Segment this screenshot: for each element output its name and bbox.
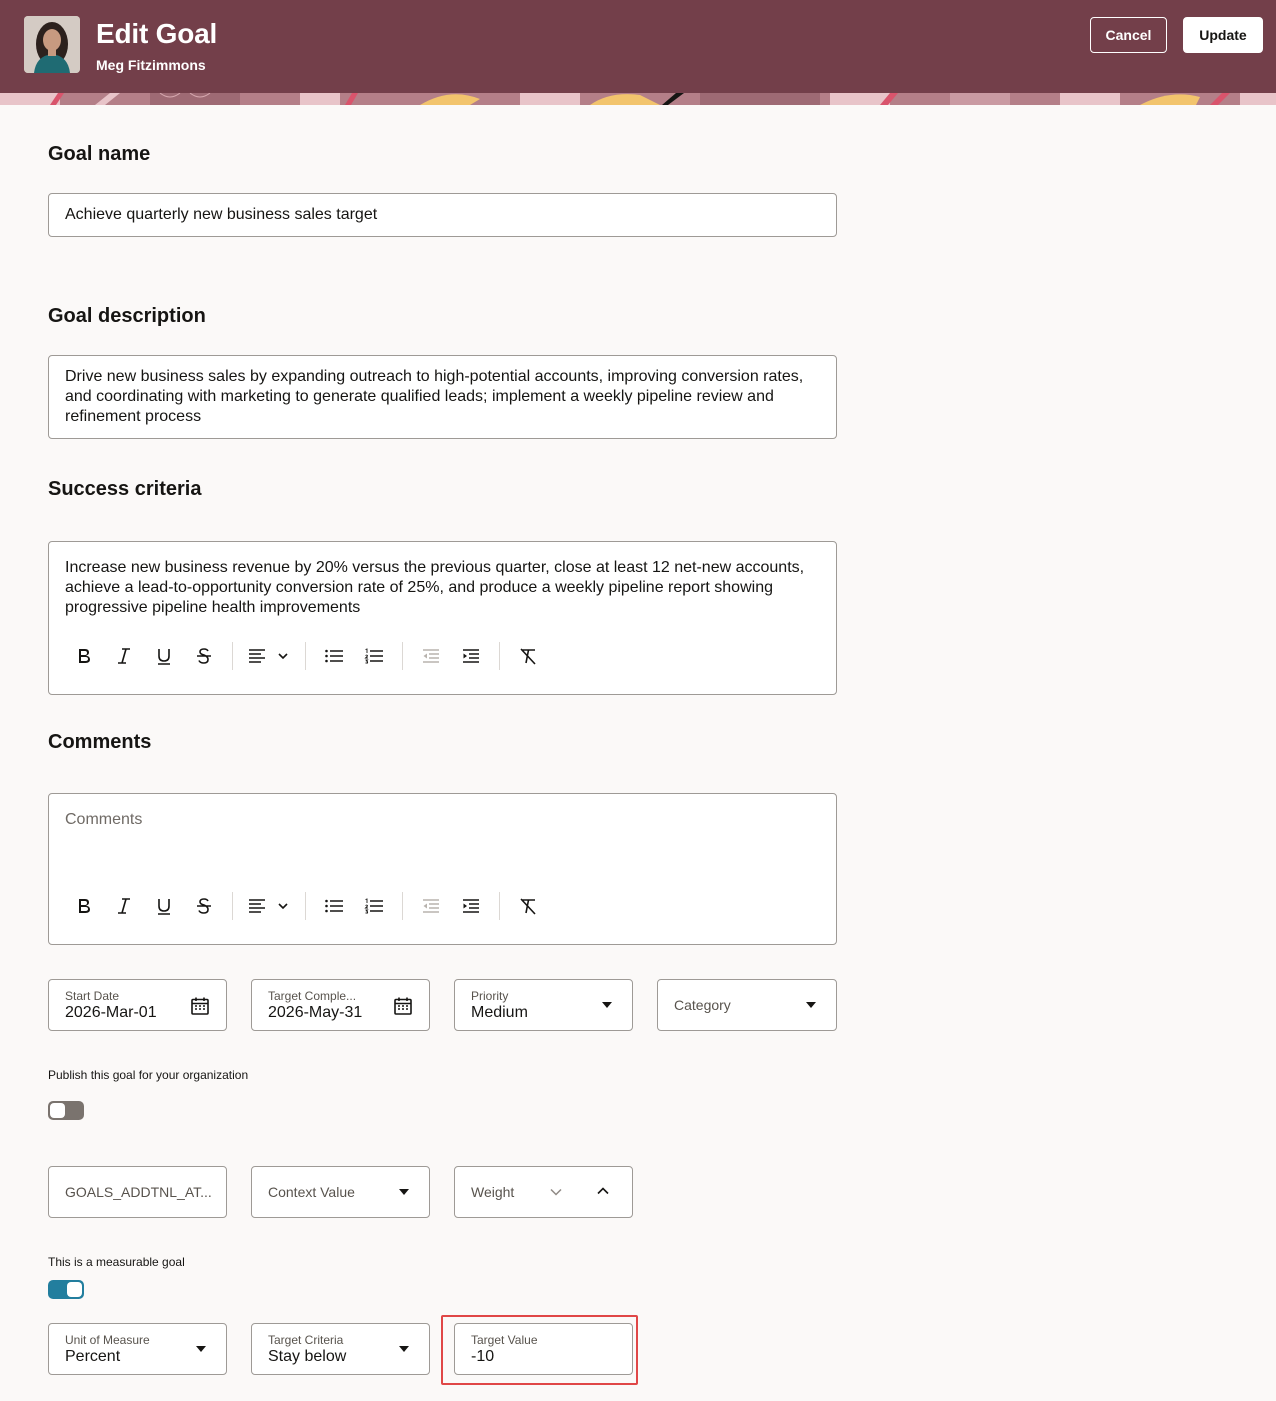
success-criteria-heading: Success criteria [48,478,202,500]
calendar-icon[interactable] [190,996,210,1016]
measurable-label: This is a measurable goal [48,1255,185,1269]
bold-icon[interactable] [64,641,104,671]
unit-of-measure-value[interactable]: Percent [65,1348,120,1366]
start-date-label: Start Date [65,989,120,1003]
align-dropdown[interactable] [241,891,297,921]
toolbar-divider [232,642,233,670]
chevron-down-icon[interactable] [549,1185,563,1204]
measurable-toggle[interactable] [48,1280,84,1299]
priority-value[interactable]: Medium [471,1004,528,1022]
target-value-highlight [441,1315,638,1385]
target-completion-date-field[interactable]: Target Comple... 2026-May-31 [251,979,430,1031]
success-criteria-toolbar [64,641,548,671]
additional-attribute-placeholder[interactable]: GOALS_ADDTNL_AT... [65,1184,212,1200]
goal-name-input[interactable]: Achieve quarterly new business sales tar… [48,193,837,237]
bold-icon[interactable] [64,891,104,921]
caret-down-icon[interactable] [399,1346,409,1352]
toggle-knob [50,1103,65,1118]
chevron-up-icon[interactable] [596,1184,610,1203]
toolbar-divider [499,642,500,670]
priority-label: Priority [471,989,509,1003]
goal-name-heading: Goal name [48,143,151,165]
target-criteria-label: Target Criteria [268,1333,344,1347]
underline-icon[interactable] [144,641,184,671]
user-name: Meg Fitzimmons [96,57,206,73]
target-criteria-value[interactable]: Stay below [268,1348,346,1366]
strikethrough-icon[interactable] [184,891,224,921]
start-date-value[interactable]: 2026-Mar-01 [65,1004,157,1022]
category-select[interactable]: Category [657,979,837,1031]
page-header: Edit Goal Meg Fitzimmons Cancel Update [0,0,1276,105]
user-avatar [24,16,80,73]
outdent-icon[interactable] [411,641,451,671]
outdent-icon[interactable] [411,891,451,921]
page-title: Edit Goal [96,18,218,49]
numbered-list-icon[interactable] [354,891,394,921]
goal-description-heading: Goal description [48,305,206,327]
clear-formatting-icon[interactable] [508,891,548,921]
comments-toolbar [64,891,548,921]
unit-of-measure-select[interactable]: Unit of Measure Percent [48,1323,227,1375]
align-dropdown[interactable] [241,641,297,671]
italic-icon[interactable] [104,891,144,921]
cancel-button[interactable]: Cancel [1090,17,1167,53]
comments-editor[interactable]: Comments [48,793,837,945]
bullet-list-icon[interactable] [314,891,354,921]
indent-icon[interactable] [451,641,491,671]
category-placeholder[interactable]: Category [674,997,731,1013]
unit-of-measure-label: Unit of Measure [65,1333,150,1347]
toolbar-divider [499,892,500,920]
toolbar-divider [402,642,403,670]
comments-heading: Comments [48,731,152,753]
target-completion-value[interactable]: 2026-May-31 [268,1004,362,1022]
success-criteria-text[interactable]: Increase new business revenue by 20% ver… [65,558,820,618]
numbered-list-icon[interactable] [354,641,394,671]
additional-attribute-field[interactable]: GOALS_ADDTNL_AT... [48,1166,227,1218]
success-criteria-editor[interactable]: Increase new business revenue by 20% ver… [48,541,837,695]
caret-down-icon[interactable] [602,1002,612,1008]
context-value-select[interactable]: Context Value [251,1166,430,1218]
underline-icon[interactable] [144,891,184,921]
toggle-knob [67,1282,82,1297]
toolbar-divider [232,892,233,920]
context-value-placeholder[interactable]: Context Value [268,1184,355,1200]
start-date-field[interactable]: Start Date 2026-Mar-01 [48,979,227,1031]
comments-placeholder[interactable]: Comments [65,810,820,830]
calendar-icon[interactable] [393,996,413,1016]
caret-down-icon[interactable] [196,1346,206,1352]
priority-select[interactable]: Priority Medium [454,979,633,1031]
clear-formatting-icon[interactable] [508,641,548,671]
weight-input[interactable]: Weight [454,1166,633,1218]
header-decoration [0,93,1276,105]
goal-description-textarea[interactable]: Drive new business sales by expanding ou… [48,355,837,439]
toolbar-divider [305,642,306,670]
strikethrough-icon[interactable] [184,641,224,671]
publish-toggle[interactable] [48,1101,84,1120]
caret-down-icon[interactable] [399,1189,409,1195]
toolbar-divider [305,892,306,920]
italic-icon[interactable] [104,641,144,671]
update-button[interactable]: Update [1183,17,1263,53]
weight-placeholder[interactable]: Weight [471,1184,514,1200]
toolbar-divider [402,892,403,920]
target-criteria-select[interactable]: Target Criteria Stay below [251,1323,430,1375]
target-completion-label: Target Comple... [268,989,357,1003]
publish-label: Publish this goal for your organization [48,1068,249,1082]
bullet-list-icon[interactable] [314,641,354,671]
caret-down-icon[interactable] [806,1002,816,1008]
indent-icon[interactable] [451,891,491,921]
